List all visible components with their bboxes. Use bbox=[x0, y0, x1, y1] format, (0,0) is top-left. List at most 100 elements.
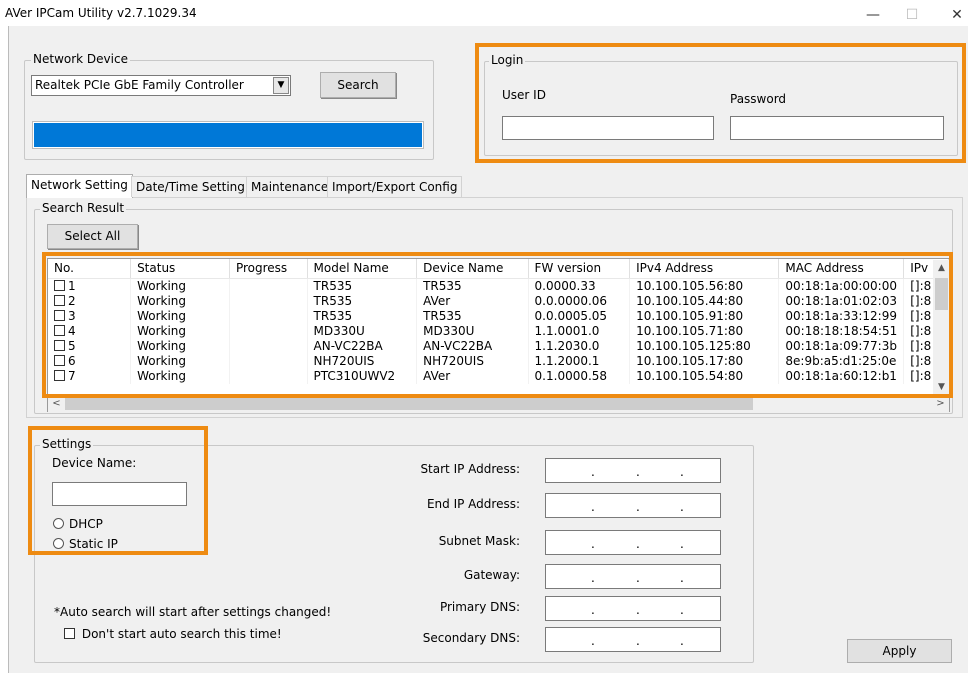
row-number: 2 bbox=[68, 293, 76, 308]
table-header-row: No. Status Progress Model Name Device Name FW… bbox=[48, 259, 949, 279]
static-ip-radio[interactable]: Static IP bbox=[53, 537, 118, 551]
column-header[interactable]: No. bbox=[48, 259, 132, 279]
table-cell: 00:18:18:18:54:51 bbox=[778, 323, 905, 339]
table-cell: 00:18:1a:00:00:00 bbox=[778, 278, 905, 294]
checkbox-icon[interactable] bbox=[64, 628, 75, 639]
no-auto-search-checkbox[interactable]: Don't start auto search this time! bbox=[64, 627, 282, 641]
table-cell: MD330U bbox=[416, 323, 529, 339]
vertical-scrollbar[interactable]: ▲ ▼ bbox=[933, 260, 950, 396]
maximize-button[interactable]: ☐ bbox=[897, 4, 927, 26]
select-all-button[interactable]: Select All bbox=[47, 224, 138, 249]
ip-address-input[interactable]: ... bbox=[545, 564, 721, 589]
column-header[interactable]: Model Name bbox=[307, 259, 418, 279]
table-cell bbox=[229, 353, 308, 369]
table-cell: TR535 bbox=[307, 308, 418, 324]
ip-dot: . bbox=[591, 634, 595, 648]
ip-dot: . bbox=[680, 537, 684, 551]
row-number: 6 bbox=[68, 353, 76, 368]
table-cell: 1.1.2030.0 bbox=[528, 338, 631, 354]
table-cell: 10.100.105.125:80 bbox=[629, 338, 780, 354]
window-title: AVer IPCam Utility v2.7.1029.34 bbox=[5, 6, 197, 20]
table-cell: 1 bbox=[48, 278, 132, 294]
table-cell bbox=[229, 293, 308, 309]
table-cell: 00:18:1a:60:12:b1 bbox=[778, 368, 905, 384]
progress-fill bbox=[34, 123, 422, 147]
tab-maintenance[interactable]: Maintenance bbox=[246, 176, 334, 197]
ip-field-label: Gateway: bbox=[463, 568, 520, 582]
horizontal-scrollbar[interactable]: < > bbox=[48, 395, 949, 412]
table-cell: Working bbox=[130, 293, 230, 309]
table-cell: 1.1.0001.0 bbox=[528, 323, 631, 339]
row-checkbox-icon[interactable] bbox=[54, 309, 65, 321]
table-row[interactable]: 1 Working TR535 TR535 0.0000.33 10.100.105.56… bbox=[48, 278, 949, 294]
device-table[interactable]: No. Status Progress Model Name Device Name FW… bbox=[47, 258, 950, 412]
ip-dot: . bbox=[680, 603, 684, 617]
ip-address-input[interactable]: ... bbox=[545, 458, 721, 483]
table-cell: AN-VC22BA bbox=[307, 338, 418, 354]
dhcp-label: DHCP bbox=[69, 517, 103, 531]
ip-address-input[interactable]: ... bbox=[545, 627, 721, 652]
static-ip-label: Static IP bbox=[69, 537, 118, 551]
table-cell: 00:18:1a:33:12:99 bbox=[778, 308, 905, 324]
table-cell bbox=[229, 338, 308, 354]
table-cell: Working bbox=[130, 368, 230, 384]
column-header[interactable]: Device Name bbox=[416, 259, 529, 279]
row-checkbox-icon[interactable] bbox=[54, 324, 65, 336]
table-row[interactable]: 7 Working PTC310UWV2 AVer 0.1.0000.58 10.100.… bbox=[48, 368, 949, 384]
scroll-left-icon[interactable]: < bbox=[48, 395, 65, 412]
column-header[interactable]: Status bbox=[130, 259, 230, 279]
table-cell: NH720UIS bbox=[416, 353, 529, 369]
login-highlight-box bbox=[475, 43, 966, 163]
column-header[interactable]: FW version bbox=[528, 259, 631, 279]
ip-field-label: End IP Address: bbox=[426, 497, 520, 511]
vertical-scroll-thumb[interactable] bbox=[935, 278, 948, 310]
minimize-button[interactable]: — bbox=[858, 4, 888, 26]
device-name-input[interactable] bbox=[52, 482, 187, 506]
row-checkbox-icon[interactable] bbox=[54, 369, 65, 381]
ip-dot: . bbox=[636, 537, 640, 551]
search-button[interactable]: Search bbox=[320, 72, 396, 98]
table-row[interactable]: 5 Working AN-VC22BA AN-VC22BA 1.1.2030.0 10.1… bbox=[48, 338, 949, 354]
tab-date-time-setting[interactable]: Date/Time Setting bbox=[131, 176, 250, 197]
table-cell: 0.1.0000.58 bbox=[528, 368, 631, 384]
tab-network-setting[interactable]: Network Setting bbox=[26, 174, 133, 198]
ip-dot: . bbox=[636, 603, 640, 617]
row-checkbox-icon[interactable] bbox=[54, 339, 65, 351]
adapter-dropdown[interactable]: Realtek PCIe GbE Family Controller ▼ bbox=[31, 75, 291, 96]
table-cell: 10.100.105.56:80 bbox=[629, 278, 780, 294]
ip-field-label: Subnet Mask: bbox=[438, 534, 520, 548]
scroll-right-icon[interactable]: > bbox=[932, 395, 949, 412]
table-row[interactable]: 6 Working NH720UIS NH720UIS 1.1.2000.1 10.100… bbox=[48, 353, 949, 369]
chevron-down-icon[interactable]: ▼ bbox=[273, 77, 289, 94]
table-cell: TR535 bbox=[307, 278, 418, 294]
row-checkbox-icon[interactable] bbox=[54, 354, 65, 366]
close-button[interactable]: ✕ bbox=[942, 4, 970, 26]
row-checkbox-icon[interactable] bbox=[54, 279, 65, 291]
ip-address-input[interactable]: ... bbox=[545, 493, 721, 518]
column-header[interactable]: Progress bbox=[229, 259, 308, 279]
ip-address-input[interactable]: ... bbox=[545, 530, 721, 555]
dhcp-radio[interactable]: DHCP bbox=[53, 517, 103, 531]
ip-dot: . bbox=[636, 634, 640, 648]
table-cell: TR535 bbox=[307, 293, 418, 309]
column-header[interactable]: MAC Address bbox=[778, 259, 905, 279]
apply-button[interactable]: Apply bbox=[847, 639, 952, 663]
radio-circle-icon[interactable] bbox=[53, 538, 64, 549]
table-row[interactable]: 2 Working TR535 AVer 0.0.0000.06 10.100.105.4… bbox=[48, 293, 949, 309]
ip-dot: . bbox=[591, 500, 595, 514]
ip-address-input[interactable]: ... bbox=[545, 596, 721, 621]
table-cell: 00:18:1a:09:77:3b bbox=[778, 338, 905, 354]
table-row[interactable]: 3 Working TR535 TR535 0.0.0005.05 10.100.105.… bbox=[48, 308, 949, 324]
table-cell: Working bbox=[130, 338, 230, 354]
radio-circle-icon[interactable] bbox=[53, 518, 64, 529]
horizontal-scroll-thumb[interactable] bbox=[65, 397, 753, 410]
scroll-down-icon[interactable]: ▼ bbox=[933, 379, 950, 396]
column-header[interactable]: IPv4 Address bbox=[629, 259, 780, 279]
row-checkbox-icon[interactable] bbox=[54, 294, 65, 306]
tab-import-export-config[interactable]: Import/Export Config bbox=[327, 176, 463, 197]
scroll-up-icon[interactable]: ▲ bbox=[933, 260, 950, 277]
table-cell: 10.100.105.54:80 bbox=[629, 368, 780, 384]
settings-title: Settings bbox=[40, 437, 94, 451]
table-cell: AN-VC22BA bbox=[416, 338, 529, 354]
table-row[interactable]: 4 Working MD330U MD330U 1.1.0001.0 10.100.105… bbox=[48, 323, 949, 339]
